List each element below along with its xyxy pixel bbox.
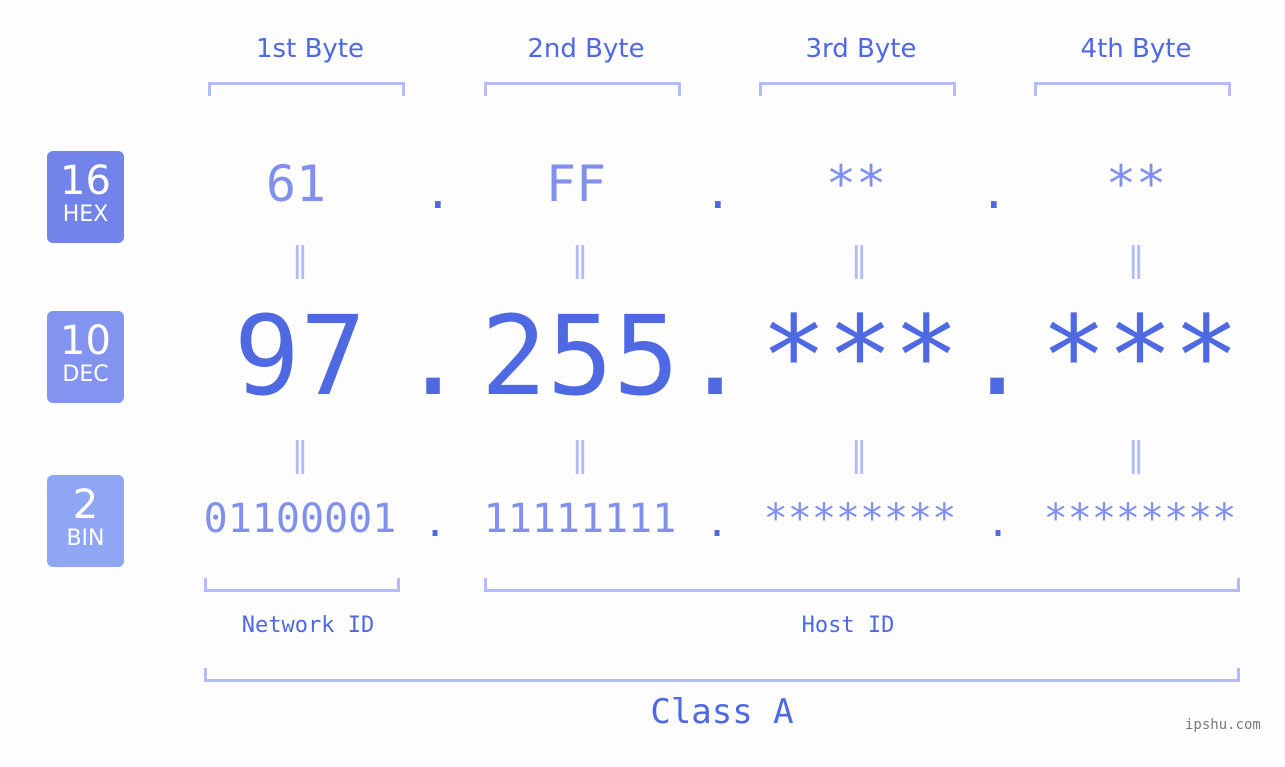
hex-byte-3: ** [825,155,887,213]
bin-dot-3: . [986,500,1011,546]
network-id-bracket [204,578,400,592]
equals-icon: ‖ [850,240,868,280]
equals-icon: ‖ [571,435,589,475]
bin-dot-2: . [705,500,730,546]
equals-icon: ‖ [571,240,589,280]
dec-byte-2: 255 [480,292,680,420]
bin-badge: 2 BIN [47,475,124,567]
equals-icon: ‖ [850,435,868,475]
equals-icon: ‖ [291,435,309,475]
class-label: Class A [650,692,794,732]
byte-3-label: 3rd Byte [805,34,917,64]
byte-1-label: 1st Byte [256,34,364,64]
class-bracket [204,668,1240,682]
dec-dot-1: . [400,292,467,420]
hex-base: 16 [60,158,111,204]
dec-dot-2: . [682,292,749,420]
byte-4-bracket [1034,82,1231,96]
byte-2-label: 2nd Byte [527,34,645,64]
dec-byte-3: *** [760,292,960,420]
equals-icon: ‖ [1127,240,1145,280]
bin-byte-1: 01100001 [203,496,397,542]
bin-byte-2: 11111111 [483,496,677,542]
dec-byte-1: 97 [233,292,367,420]
equals-icon: ‖ [291,240,309,280]
host-id-bracket [484,578,1240,592]
hex-byte-1: 61 [265,155,327,213]
host-id-label: Host ID [801,613,895,638]
hex-label: HEX [62,202,109,227]
byte-1-bracket [208,82,405,96]
byte-4-label: 4th Byte [1080,34,1192,64]
hex-dot-1: . [424,165,452,219]
bin-byte-4: ******** [1043,496,1237,542]
dec-label: DEC [62,362,109,387]
hex-dot-3: . [980,165,1008,219]
bin-dot-1: . [423,500,448,546]
dec-dot-3: . [964,292,1031,420]
bin-byte-3: ******** [763,496,957,542]
hex-byte-4: ** [1105,155,1167,213]
hex-badge: 16 HEX [47,151,124,243]
watermark: ipshu.com [1185,717,1261,733]
dec-byte-4: *** [1040,292,1240,420]
bin-base: 2 [72,482,99,528]
dec-base: 10 [60,318,111,364]
dec-badge: 10 DEC [47,311,124,403]
hex-dot-2: . [704,165,732,219]
hex-byte-2: FF [545,155,607,213]
byte-3-bracket [759,82,956,96]
equals-icon: ‖ [1127,435,1145,475]
network-id-label: Network ID [241,613,375,638]
bin-label: BIN [66,526,105,551]
byte-2-bracket [484,82,681,96]
